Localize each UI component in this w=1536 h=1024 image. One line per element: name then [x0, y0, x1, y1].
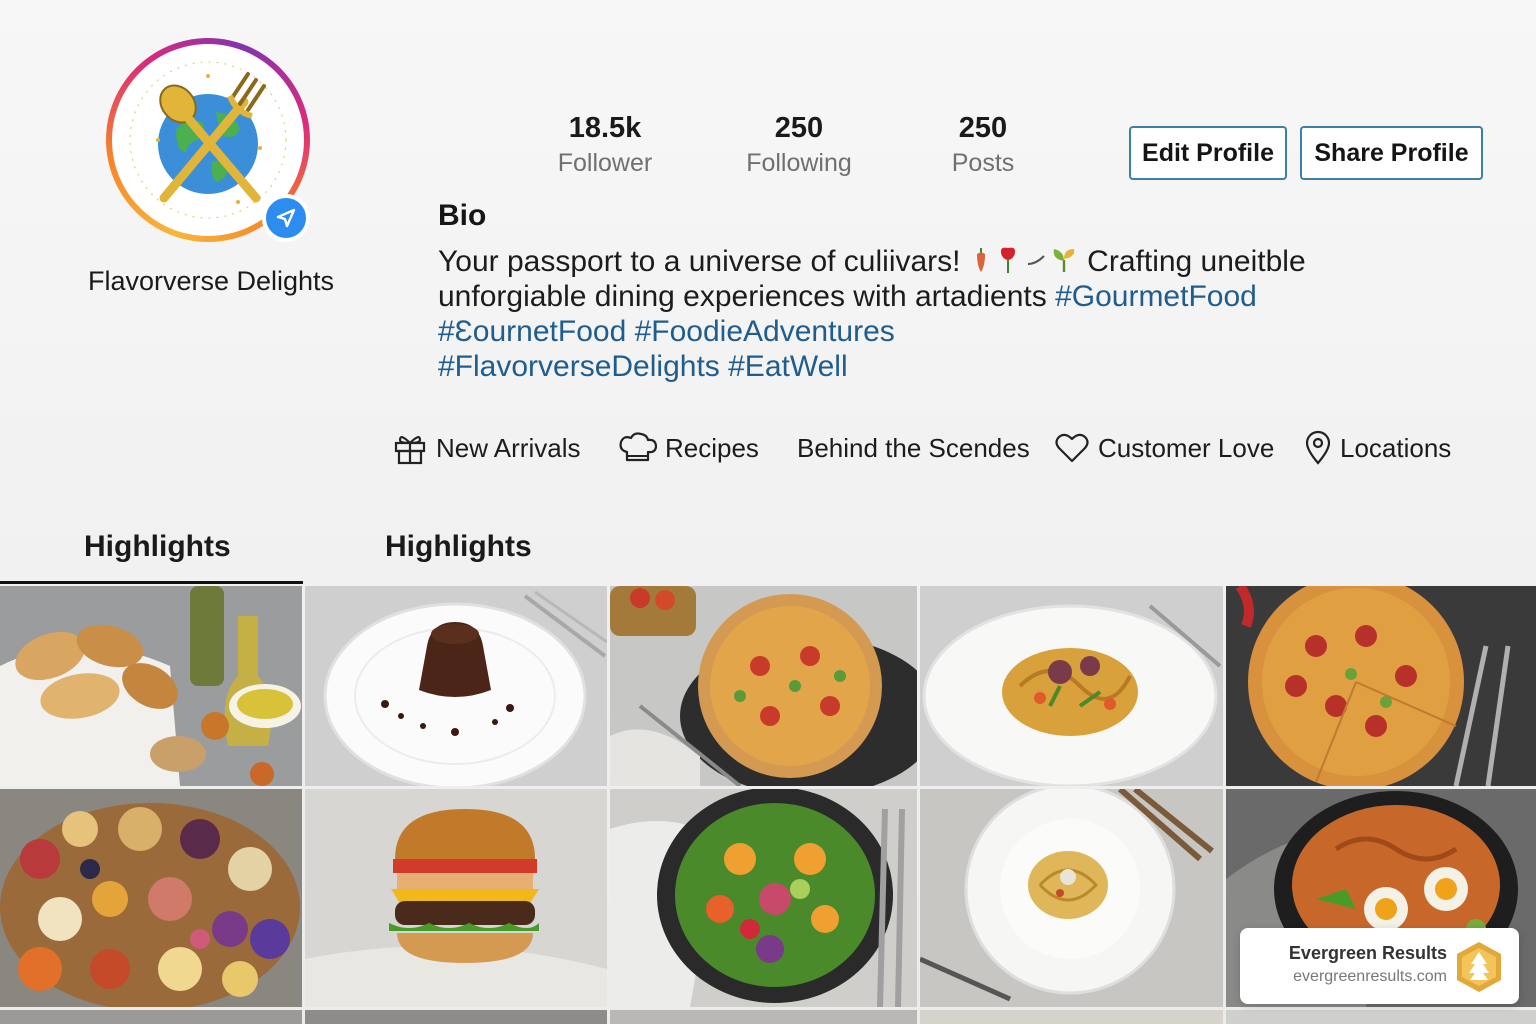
share-profile-button[interactable]: Share Profile — [1300, 126, 1483, 180]
charcuterie-image — [0, 789, 302, 1007]
highlight-customer-love[interactable]: Customer Love — [1054, 428, 1274, 468]
send-arrow-icon — [276, 208, 296, 228]
pepper-emoji-icon — [976, 248, 985, 272]
profile-username: Flavorverse Delights — [87, 266, 335, 296]
highlight-new-arrivals[interactable]: New Arrivals — [392, 428, 580, 468]
bread-basket-image — [0, 586, 302, 786]
bio-line-2: unforgiable dining experiences with arta… — [438, 279, 1378, 314]
verified-badge-icon — [262, 194, 310, 242]
watermark-name: Evergreen Results — [1288, 943, 1447, 963]
twig-emoji-icon — [1027, 255, 1045, 265]
bio-text-segment: unforgiable dining experiences with arta… — [438, 280, 1056, 313]
following-label: Following — [746, 149, 852, 177]
post-partial[interactable] — [1226, 1010, 1536, 1024]
pepperoni-pizza-image — [1226, 586, 1536, 786]
posts-stat[interactable]: 250 Posts — [903, 112, 1063, 180]
post-lava-cake[interactable] — [305, 586, 607, 786]
hashtag-link[interactable]: #ƐournetFood — [438, 315, 626, 348]
post-bread-basket[interactable] — [0, 586, 302, 786]
highlight-label: Customer Love — [1098, 432, 1275, 463]
bio-text-segment: Crafting uneitble — [1078, 245, 1306, 278]
salad-image — [610, 789, 917, 1007]
highlight-locations[interactable]: Locations — [1304, 428, 1451, 468]
bio-line-3: #ƐournetFood #FoodieAdventures — [438, 314, 1378, 349]
heart-icon — [1055, 433, 1089, 463]
post-cheeseburger[interactable] — [305, 789, 607, 1007]
gift-icon — [394, 436, 426, 465]
sprout-emoji-icon — [1053, 249, 1075, 272]
posts-count: 250 — [958, 112, 1008, 144]
following-stat[interactable]: 250 Following — [719, 112, 879, 180]
hashtag-link[interactable]: #EatWell — [728, 350, 848, 383]
post-partial[interactable] — [610, 1010, 917, 1024]
following-count: 250 — [774, 112, 824, 144]
bio-text: Your passport to a universe of culiivars… — [438, 244, 1378, 384]
hashtag-link[interactable]: #FoodieAdventures — [635, 315, 895, 348]
watermark-url: evergreenresults.com — [1293, 968, 1447, 985]
hashtag-link[interactable]: #FlavorverseDelights — [438, 350, 720, 383]
edit-profile-button[interactable]: Edit Profile — [1129, 126, 1287, 180]
tab-highlights-secondary[interactable]: Highlights — [385, 530, 532, 564]
post-pasta-nest[interactable] — [920, 789, 1223, 1007]
highlight-recipes[interactable]: Recipes — [617, 428, 759, 468]
chef-hat-icon — [619, 432, 657, 462]
active-tab-indicator — [0, 581, 303, 584]
cheeseburger-image — [305, 789, 607, 1007]
pasta-nest-image — [920, 789, 1223, 1007]
hashtag-link[interactable]: #GourmetFood — [1055, 280, 1257, 313]
post-spaghetti[interactable] — [920, 586, 1223, 786]
lava-cake-image — [305, 586, 607, 786]
post-partial[interactable] — [305, 1010, 607, 1024]
followers-count: 18.5k — [568, 112, 642, 144]
highlight-label: Locations — [1340, 432, 1452, 463]
post-vegetable-pizza[interactable] — [610, 586, 917, 786]
post-salad[interactable] — [610, 789, 917, 1007]
posts-label: Posts — [951, 149, 1015, 177]
highlight-label: New Arrivals — [436, 432, 581, 463]
bio-text-segment: Your passport to a universe of culiivars… — [438, 245, 969, 278]
followers-stat[interactable]: 18.5k Follower — [525, 112, 685, 180]
spaghetti-image — [920, 586, 1223, 786]
bio-heading: Bio — [438, 199, 487, 232]
evergreen-logo-icon — [1457, 942, 1501, 992]
post-charcuterie[interactable] — [0, 789, 302, 1007]
bio-line-4: #FlavorverseDelights #EatWell — [438, 349, 1378, 384]
highlight-label: Behind the Scendes — [797, 432, 1030, 463]
location-pin-icon — [1305, 430, 1331, 465]
post-partial[interactable] — [0, 1010, 302, 1024]
highlight-label: Recipes — [665, 432, 759, 463]
highlight-behind-the-scenes[interactable]: Behind the Scendes — [797, 428, 1030, 468]
followers-label: Follower — [557, 149, 653, 177]
rose-emoji-icon — [1000, 247, 1015, 273]
tab-highlights[interactable]: Highlights — [84, 530, 231, 564]
post-partial[interactable] — [920, 1010, 1223, 1024]
bio-line-1: Your passport to a universe of culiivars… — [438, 244, 1378, 279]
evergreen-watermark: Evergreen Results evergreenresults.com — [1240, 928, 1519, 1004]
post-pepperoni-pizza[interactable] — [1226, 586, 1536, 786]
vegetable-pizza-image — [610, 586, 917, 786]
